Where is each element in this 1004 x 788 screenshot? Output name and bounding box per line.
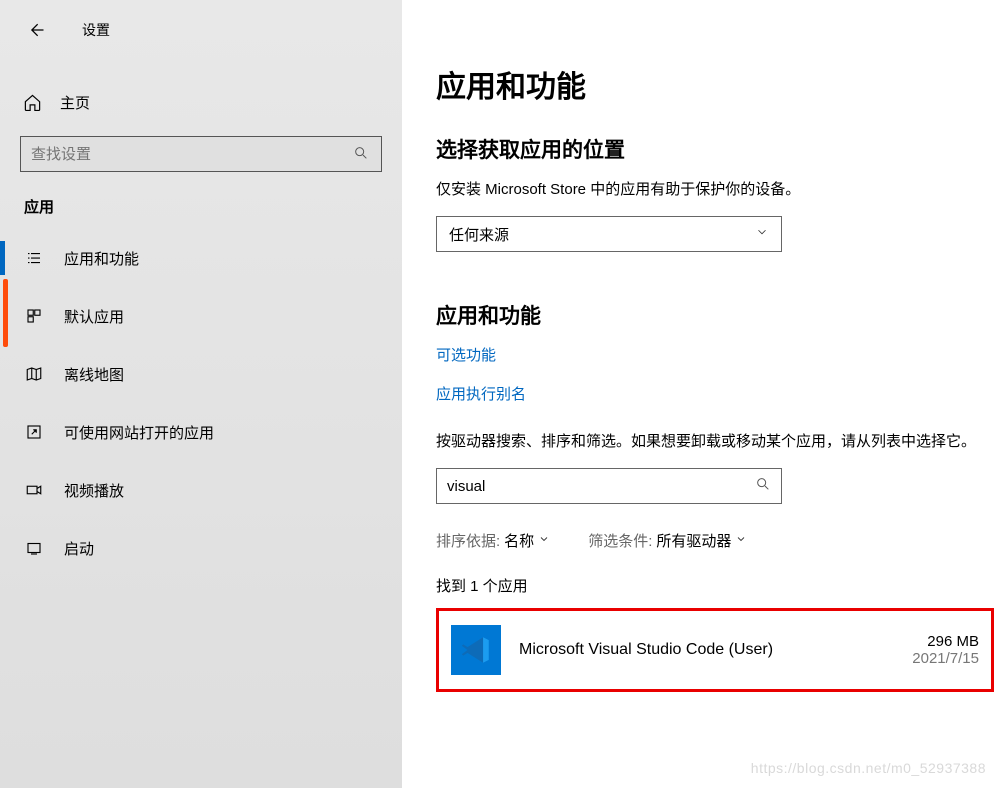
dropdown-value: 任何来源 [449,224,509,245]
sidebar-item-apps-for-websites[interactable]: 可使用网站打开的应用 [0,403,402,461]
search-icon [755,476,771,497]
app-date: 2021/7/15 [912,650,979,667]
app-name: Microsoft Visual Studio Code (User) [519,641,894,659]
filter-value: 所有驱动器 [656,530,731,551]
nav-label: 启动 [64,538,94,559]
sidebar-item-default-apps[interactable]: 默认应用 [0,287,402,345]
sidebar-item-home[interactable]: 主页 [0,80,402,124]
search-icon [353,145,371,163]
chevron-down-icon [755,225,769,243]
window-title: 设置 [82,20,110,40]
sort-label: 排序依据: [436,530,500,551]
app-size: 296 MB [912,633,979,650]
page-title: 应用和功能 [436,62,1004,106]
app-aliases-link[interactable]: 应用执行别名 [436,383,1004,404]
sidebar-item-video-playback[interactable]: 视频播放 [0,461,402,519]
vscode-icon [451,625,501,675]
found-count-text: 找到 1 个应用 [436,575,1004,596]
app-list-highlight: Microsoft Visual Studio Code (User) 296 … [436,608,994,692]
chevron-down-icon [538,532,550,549]
home-label: 主页 [60,92,90,113]
install-source-desc: 仅安装 Microsoft Store 中的应用有助于保护你的设备。 [436,178,1004,202]
nav-label: 离线地图 [64,364,124,385]
nav-label: 默认应用 [64,306,124,327]
sidebar-item-apps-features[interactable]: 应用和功能 [0,229,402,287]
settings-search-box[interactable] [20,136,382,172]
sidebar-item-startup[interactable]: 启动 [0,519,402,577]
chevron-down-icon [735,532,747,549]
open-external-icon [24,423,44,441]
app-search-input[interactable] [447,478,755,495]
back-button[interactable] [22,16,50,44]
optional-features-link[interactable]: 可选功能 [436,344,1004,365]
map-icon [24,365,44,383]
app-list-item[interactable]: Microsoft Visual Studio Code (User) 296 … [451,619,979,681]
sort-by-selector[interactable]: 排序依据: 名称 [436,530,550,551]
nav-label: 可使用网站打开的应用 [64,422,214,443]
back-arrow-icon [26,20,46,40]
defaults-icon [24,307,44,325]
apps-features-title: 应用和功能 [436,300,1004,330]
sidebar-item-offline-maps[interactable]: 离线地图 [0,345,402,403]
search-description: 按驱动器搜索、排序和筛选。如果想要卸载或移动某个应用，请从列表中选择它。 [436,430,1004,454]
watermark: https://blog.csdn.net/m0_52937388 [751,760,986,776]
filter-by-selector[interactable]: 筛选条件: 所有驱动器 [588,530,747,551]
home-icon [22,93,42,112]
app-search-box[interactable] [436,468,782,504]
nav-label: 应用和功能 [64,248,139,269]
nav-label: 视频播放 [64,480,124,501]
settings-search-input[interactable] [31,146,353,163]
startup-icon [24,539,44,557]
sort-value: 名称 [504,530,534,551]
filter-label: 筛选条件: [588,530,652,551]
install-source-title: 选择获取应用的位置 [436,134,1004,164]
list-icon [24,249,44,267]
video-icon [24,481,44,499]
sidebar-section-label: 应用 [0,172,402,229]
install-source-dropdown[interactable]: 任何来源 [436,216,782,252]
